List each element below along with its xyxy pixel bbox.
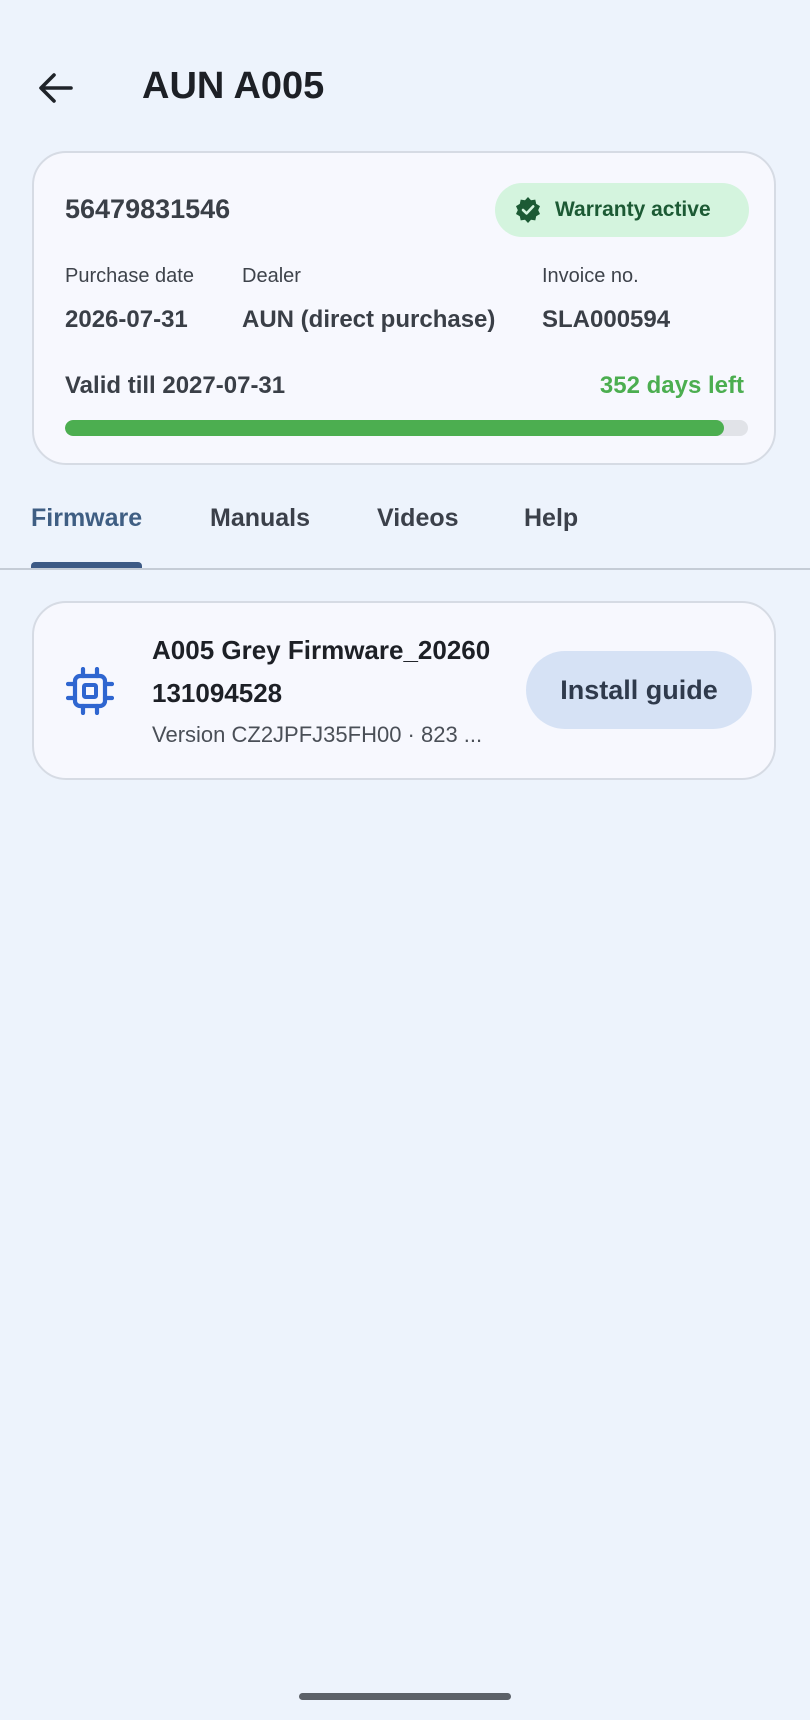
firmware-list-item[interactable]: A005 Grey Firmware_20260131094528 Versio… bbox=[32, 601, 776, 780]
verified-check-icon bbox=[515, 197, 541, 223]
app-bar: AUN A005 bbox=[0, 0, 810, 175]
dealer-value: AUN (direct purchase) bbox=[242, 306, 496, 333]
purchase-date-label: Purchase date bbox=[65, 265, 194, 287]
tab-label: Manuals bbox=[210, 504, 311, 532]
tab-firmware[interactable]: Firmware bbox=[31, 490, 143, 568]
tab-divider bbox=[0, 568, 810, 570]
dealer-field: Dealer AUN (direct purchase) bbox=[242, 263, 495, 335]
page-title: AUN A005 bbox=[142, 65, 325, 107]
warranty-status-badge: Warranty active bbox=[495, 183, 749, 237]
firmware-name: A005 Grey Firmware_20260131094528 bbox=[152, 635, 491, 708]
purchase-date-field: Purchase date 2026-07-31 bbox=[65, 263, 194, 335]
tab-videos[interactable]: Videos bbox=[377, 490, 459, 568]
warranty-progress-bar bbox=[65, 420, 748, 436]
dealer-label: Dealer bbox=[242, 265, 301, 287]
install-guide-button[interactable]: Install guide bbox=[526, 651, 752, 729]
memory-chip-icon bbox=[66, 667, 114, 715]
valid-till-text: Valid till 2027-07-31 bbox=[65, 372, 286, 399]
invoice-value: SLA000594 bbox=[542, 306, 671, 333]
warranty-status-label: Warranty active bbox=[555, 198, 711, 221]
purchase-date-value: 2026-07-31 bbox=[65, 306, 188, 333]
days-left-text: 352 days left bbox=[599, 372, 744, 399]
tab-label: Videos bbox=[377, 504, 459, 532]
back-button[interactable] bbox=[30, 58, 80, 118]
tab-manuals[interactable]: Manuals bbox=[210, 490, 310, 568]
tab-bar: Firmware Manuals Videos Help bbox=[0, 490, 810, 570]
serial-number: 56479831546 bbox=[65, 194, 231, 224]
tab-label: Help bbox=[524, 504, 579, 532]
warranty-progress-fill bbox=[65, 420, 725, 436]
firmware-version-info: Version CZ2JPFJ35FH00 · 823 ... bbox=[152, 722, 483, 747]
invoice-field: Invoice no. SLA000594 bbox=[542, 263, 670, 335]
warranty-card: 56479831546 Warranty active Purchase dat… bbox=[32, 151, 776, 465]
tab-label: Firmware bbox=[31, 504, 143, 532]
tab-help[interactable]: Help bbox=[524, 490, 578, 568]
home-indicator[interactable] bbox=[299, 1693, 511, 1700]
invoice-label: Invoice no. bbox=[542, 265, 639, 287]
arrow-left-icon bbox=[39, 73, 73, 103]
